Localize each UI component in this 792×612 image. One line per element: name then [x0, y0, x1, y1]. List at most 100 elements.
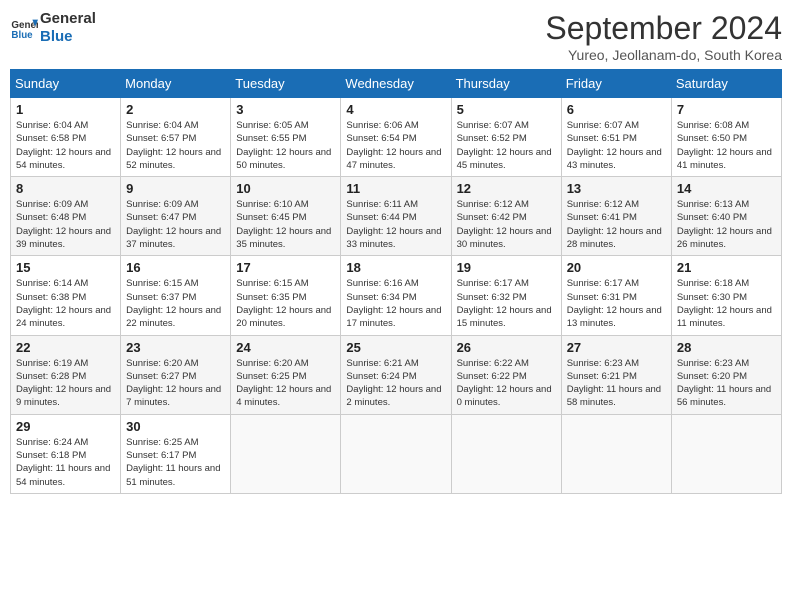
calendar-cell: 2 Sunrise: 6:04 AM Sunset: 6:57 PM Dayli… [121, 98, 231, 177]
day-header-saturday: Saturday [671, 70, 781, 98]
day-header-thursday: Thursday [451, 70, 561, 98]
day-header-friday: Friday [561, 70, 671, 98]
day-number: 10 [236, 181, 335, 196]
calendar-cell: 11 Sunrise: 6:11 AM Sunset: 6:44 PM Dayl… [341, 177, 451, 256]
day-number: 28 [677, 340, 776, 355]
day-number: 24 [236, 340, 335, 355]
day-number: 22 [16, 340, 115, 355]
day-number: 12 [457, 181, 556, 196]
title-block: September 2024 Yureo, Jeollanam-do, Sout… [545, 10, 782, 63]
day-number: 23 [126, 340, 225, 355]
day-info: Sunrise: 6:17 AM Sunset: 6:32 PM Dayligh… [457, 277, 556, 330]
logo: General Blue General Blue [10, 10, 96, 46]
day-info: Sunrise: 6:15 AM Sunset: 6:37 PM Dayligh… [126, 277, 225, 330]
calendar-cell: 1 Sunrise: 6:04 AM Sunset: 6:58 PM Dayli… [11, 98, 121, 177]
calendar-cell: 29 Sunrise: 6:24 AM Sunset: 6:18 PM Dayl… [11, 414, 121, 493]
calendar-cell: 17 Sunrise: 6:15 AM Sunset: 6:35 PM Dayl… [231, 256, 341, 335]
calendar-cell: 21 Sunrise: 6:18 AM Sunset: 6:30 PM Dayl… [671, 256, 781, 335]
day-info: Sunrise: 6:07 AM Sunset: 6:51 PM Dayligh… [567, 119, 666, 172]
calendar-cell: 15 Sunrise: 6:14 AM Sunset: 6:38 PM Dayl… [11, 256, 121, 335]
day-number: 5 [457, 102, 556, 117]
day-info: Sunrise: 6:20 AM Sunset: 6:25 PM Dayligh… [236, 357, 335, 410]
day-number: 2 [126, 102, 225, 117]
day-info: Sunrise: 6:19 AM Sunset: 6:28 PM Dayligh… [16, 357, 115, 410]
calendar-cell: 27 Sunrise: 6:23 AM Sunset: 6:21 PM Dayl… [561, 335, 671, 414]
calendar-cell: 5 Sunrise: 6:07 AM Sunset: 6:52 PM Dayli… [451, 98, 561, 177]
calendar-cell: 10 Sunrise: 6:10 AM Sunset: 6:45 PM Dayl… [231, 177, 341, 256]
day-header-tuesday: Tuesday [231, 70, 341, 98]
day-number: 30 [126, 419, 225, 434]
calendar-cell: 20 Sunrise: 6:17 AM Sunset: 6:31 PM Dayl… [561, 256, 671, 335]
day-number: 14 [677, 181, 776, 196]
calendar-cell: 24 Sunrise: 6:20 AM Sunset: 6:25 PM Dayl… [231, 335, 341, 414]
day-number: 9 [126, 181, 225, 196]
month-title: September 2024 [545, 10, 782, 47]
calendar-week-5: 29 Sunrise: 6:24 AM Sunset: 6:18 PM Dayl… [11, 414, 782, 493]
day-number: 7 [677, 102, 776, 117]
day-number: 20 [567, 260, 666, 275]
day-number: 15 [16, 260, 115, 275]
svg-text:Blue: Blue [11, 30, 33, 41]
calendar-week-1: 1 Sunrise: 6:04 AM Sunset: 6:58 PM Dayli… [11, 98, 782, 177]
day-header-sunday: Sunday [11, 70, 121, 98]
calendar-cell: 13 Sunrise: 6:12 AM Sunset: 6:41 PM Dayl… [561, 177, 671, 256]
day-info: Sunrise: 6:11 AM Sunset: 6:44 PM Dayligh… [346, 198, 445, 251]
day-info: Sunrise: 6:07 AM Sunset: 6:52 PM Dayligh… [457, 119, 556, 172]
calendar-cell: 12 Sunrise: 6:12 AM Sunset: 6:42 PM Dayl… [451, 177, 561, 256]
day-info: Sunrise: 6:23 AM Sunset: 6:20 PM Dayligh… [677, 357, 776, 410]
calendar-table: SundayMondayTuesdayWednesdayThursdayFrid… [10, 69, 782, 494]
calendar-cell: 8 Sunrise: 6:09 AM Sunset: 6:48 PM Dayli… [11, 177, 121, 256]
day-number: 26 [457, 340, 556, 355]
day-header-monday: Monday [121, 70, 231, 98]
calendar-week-3: 15 Sunrise: 6:14 AM Sunset: 6:38 PM Dayl… [11, 256, 782, 335]
day-info: Sunrise: 6:15 AM Sunset: 6:35 PM Dayligh… [236, 277, 335, 330]
day-number: 13 [567, 181, 666, 196]
calendar-cell: 6 Sunrise: 6:07 AM Sunset: 6:51 PM Dayli… [561, 98, 671, 177]
calendar-cell: 3 Sunrise: 6:05 AM Sunset: 6:55 PM Dayli… [231, 98, 341, 177]
day-number: 19 [457, 260, 556, 275]
logo-general: General [40, 10, 96, 28]
day-info: Sunrise: 6:14 AM Sunset: 6:38 PM Dayligh… [16, 277, 115, 330]
day-number: 6 [567, 102, 666, 117]
logo-blue: Blue [40, 28, 96, 46]
day-number: 11 [346, 181, 445, 196]
calendar-cell: 7 Sunrise: 6:08 AM Sunset: 6:50 PM Dayli… [671, 98, 781, 177]
calendar-cell [341, 414, 451, 493]
calendar-cell [451, 414, 561, 493]
calendar-cell: 18 Sunrise: 6:16 AM Sunset: 6:34 PM Dayl… [341, 256, 451, 335]
day-info: Sunrise: 6:23 AM Sunset: 6:21 PM Dayligh… [567, 357, 666, 410]
calendar-cell: 19 Sunrise: 6:17 AM Sunset: 6:32 PM Dayl… [451, 256, 561, 335]
day-info: Sunrise: 6:12 AM Sunset: 6:41 PM Dayligh… [567, 198, 666, 251]
calendar-cell [231, 414, 341, 493]
calendar-cell: 26 Sunrise: 6:22 AM Sunset: 6:22 PM Dayl… [451, 335, 561, 414]
day-number: 21 [677, 260, 776, 275]
day-info: Sunrise: 6:04 AM Sunset: 6:58 PM Dayligh… [16, 119, 115, 172]
day-info: Sunrise: 6:24 AM Sunset: 6:18 PM Dayligh… [16, 436, 115, 489]
day-info: Sunrise: 6:17 AM Sunset: 6:31 PM Dayligh… [567, 277, 666, 330]
day-info: Sunrise: 6:04 AM Sunset: 6:57 PM Dayligh… [126, 119, 225, 172]
location: Yureo, Jeollanam-do, South Korea [545, 47, 782, 63]
day-number: 29 [16, 419, 115, 434]
day-info: Sunrise: 6:25 AM Sunset: 6:17 PM Dayligh… [126, 436, 225, 489]
day-number: 27 [567, 340, 666, 355]
calendar-week-4: 22 Sunrise: 6:19 AM Sunset: 6:28 PM Dayl… [11, 335, 782, 414]
day-info: Sunrise: 6:09 AM Sunset: 6:48 PM Dayligh… [16, 198, 115, 251]
day-info: Sunrise: 6:13 AM Sunset: 6:40 PM Dayligh… [677, 198, 776, 251]
calendar-cell: 16 Sunrise: 6:15 AM Sunset: 6:37 PM Dayl… [121, 256, 231, 335]
calendar-cell: 22 Sunrise: 6:19 AM Sunset: 6:28 PM Dayl… [11, 335, 121, 414]
day-info: Sunrise: 6:18 AM Sunset: 6:30 PM Dayligh… [677, 277, 776, 330]
day-number: 25 [346, 340, 445, 355]
day-number: 18 [346, 260, 445, 275]
calendar-cell: 25 Sunrise: 6:21 AM Sunset: 6:24 PM Dayl… [341, 335, 451, 414]
day-info: Sunrise: 6:06 AM Sunset: 6:54 PM Dayligh… [346, 119, 445, 172]
day-info: Sunrise: 6:21 AM Sunset: 6:24 PM Dayligh… [346, 357, 445, 410]
calendar-cell: 28 Sunrise: 6:23 AM Sunset: 6:20 PM Dayl… [671, 335, 781, 414]
day-number: 3 [236, 102, 335, 117]
day-info: Sunrise: 6:05 AM Sunset: 6:55 PM Dayligh… [236, 119, 335, 172]
day-info: Sunrise: 6:12 AM Sunset: 6:42 PM Dayligh… [457, 198, 556, 251]
calendar-week-2: 8 Sunrise: 6:09 AM Sunset: 6:48 PM Dayli… [11, 177, 782, 256]
day-number: 16 [126, 260, 225, 275]
day-number: 17 [236, 260, 335, 275]
day-info: Sunrise: 6:16 AM Sunset: 6:34 PM Dayligh… [346, 277, 445, 330]
calendar-cell: 14 Sunrise: 6:13 AM Sunset: 6:40 PM Dayl… [671, 177, 781, 256]
